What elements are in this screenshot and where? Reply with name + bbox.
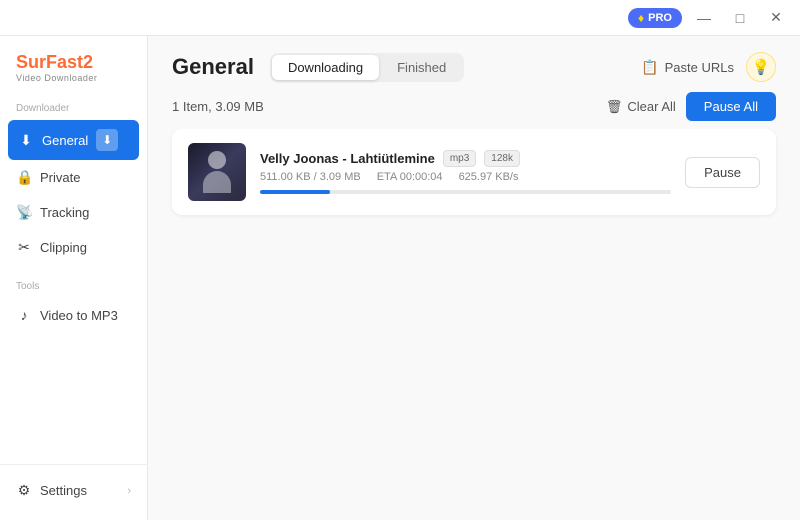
tab-group: Downloading Finished: [270, 53, 464, 82]
sidebar-item-video-to-mp3[interactable]: ♪ Video to MP3: [0, 298, 147, 332]
download-meta: 511.00 KB / 3.09 MB ETA 00:00:04 625.97 …: [260, 171, 671, 183]
dl-icon: ⬇: [96, 129, 118, 151]
table-row: Velly Joonas - Lahtiütlemine mp3 128k 51…: [172, 129, 776, 215]
clipping-icon: ✂: [16, 239, 32, 256]
diamond-icon: ♦: [638, 11, 644, 25]
sidebar-bottom: ⚙ Settings ›: [0, 464, 147, 508]
sidebar-item-general-label: General: [42, 133, 88, 148]
sidebar-item-tracking[interactable]: 📡 Tracking: [0, 195, 147, 230]
pro-badge[interactable]: ♦ PRO: [628, 8, 682, 28]
download-icon: ⬇: [18, 132, 34, 149]
content-header: General Downloading Finished 📋 Paste URL…: [148, 36, 800, 82]
lock-icon: 🔒: [16, 169, 32, 186]
header-right: 📋 Paste URLs 💡: [641, 52, 776, 82]
trash-icon: 🗑: [606, 99, 623, 115]
quality-badge: 128k: [484, 150, 520, 167]
maximize-button[interactable]: □: [726, 4, 754, 32]
titlebar: ♦ PRO — □ ✕: [0, 0, 800, 36]
bulb-button[interactable]: 💡: [746, 52, 776, 82]
thumbnail: [188, 143, 246, 201]
download-info: Velly Joonas - Lahtiütlemine mp3 128k 51…: [260, 150, 671, 194]
toolbar-actions: 🗑 Clear All Pause All: [606, 92, 776, 121]
main-layout: SurFast2 Video Downloader Downloader ⬇ G…: [0, 36, 800, 520]
settings-label: Settings: [40, 483, 87, 498]
sidebar-item-general[interactable]: ⬇ General ⬇: [8, 120, 139, 160]
download-title-row: Velly Joonas - Lahtiütlemine mp3 128k: [260, 150, 671, 167]
pro-label: PRO: [648, 12, 672, 24]
eta: ETA 00:00:04: [377, 171, 443, 183]
format-badge: mp3: [443, 150, 476, 167]
logo-text: SurFast2: [16, 52, 131, 73]
minimize-button[interactable]: —: [690, 4, 718, 32]
clear-all-button[interactable]: 🗑 Clear All: [606, 99, 676, 115]
logo-sub: Video Downloader: [16, 73, 131, 83]
sidebar-item-private[interactable]: 🔒 Private: [0, 160, 147, 195]
page-title: General: [172, 54, 254, 80]
sidebar-item-private-label: Private: [40, 170, 80, 185]
sidebar-item-vmp3-label: Video to MP3: [40, 308, 118, 323]
download-list: Velly Joonas - Lahtiütlemine mp3 128k 51…: [148, 129, 800, 520]
settings-icon: ⚙: [16, 482, 32, 499]
content-area: General Downloading Finished 📋 Paste URL…: [148, 36, 800, 520]
tools-section-label: Tools: [0, 277, 147, 298]
tab-finished[interactable]: Finished: [381, 55, 462, 80]
size-progress: 511.00 KB / 3.09 MB: [260, 171, 361, 183]
pause-all-button[interactable]: Pause All: [686, 92, 776, 121]
downloader-section-label: Downloader: [0, 99, 147, 120]
paste-urls-button[interactable]: 📋 Paste URLs: [641, 59, 734, 76]
sidebar: SurFast2 Video Downloader Downloader ⬇ G…: [0, 36, 148, 520]
clear-all-label: Clear All: [627, 99, 675, 114]
speed: 625.97 KB/s: [459, 171, 519, 183]
sidebar-item-clipping[interactable]: ✂ Clipping: [0, 230, 147, 265]
pause-button[interactable]: Pause: [685, 157, 760, 188]
progress-bar-fill: [260, 190, 330, 194]
paste-icon: 📋: [641, 59, 658, 76]
close-button[interactable]: ✕: [762, 4, 790, 32]
toolbar-row: 1 Item, 3.09 MB 🗑 Clear All Pause All: [148, 82, 800, 129]
item-count: 1 Item, 3.09 MB: [172, 99, 264, 114]
logo: SurFast2 Video Downloader: [0, 48, 147, 99]
sidebar-item-clipping-label: Clipping: [40, 240, 87, 255]
sidebar-item-settings[interactable]: ⚙ Settings ›: [0, 473, 147, 508]
download-title: Velly Joonas - Lahtiütlemine: [260, 151, 435, 166]
progress-bar: [260, 190, 671, 194]
silhouette-icon: [201, 151, 233, 193]
sidebar-item-tracking-label: Tracking: [40, 205, 89, 220]
tracking-icon: 📡: [16, 204, 32, 221]
paste-urls-label: Paste URLs: [665, 60, 734, 75]
thumb-image: [188, 143, 246, 201]
music-icon: ♪: [16, 307, 32, 323]
bulb-icon: 💡: [752, 58, 771, 76]
chevron-right-icon: ›: [127, 485, 131, 497]
tab-downloading[interactable]: Downloading: [272, 55, 379, 80]
